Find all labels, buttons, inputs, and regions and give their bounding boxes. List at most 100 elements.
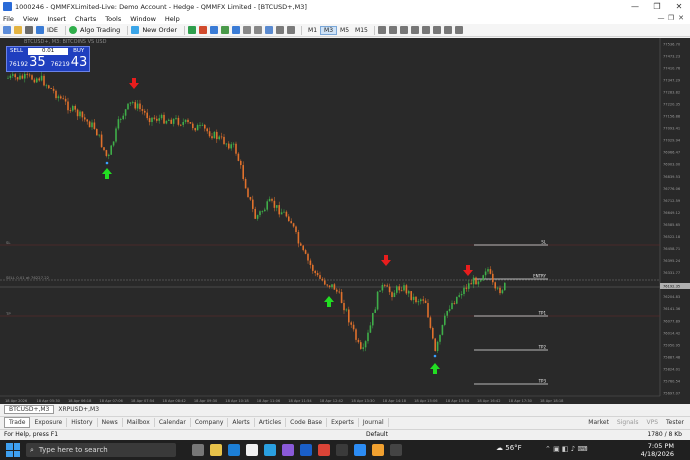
candle-body: [218, 136, 220, 140]
timeframe-m15[interactable]: M15: [352, 27, 371, 34]
volume-input[interactable]: 0.01: [28, 47, 69, 55]
menu-help[interactable]: Help: [165, 15, 180, 23]
candle-body: [422, 299, 424, 301]
close-button[interactable]: ✕: [668, 0, 690, 13]
trendline-icon[interactable]: [410, 26, 419, 34]
price-tick-label: 76331.77: [663, 271, 680, 275]
weather-widget[interactable]: ☁ 56°F: [496, 444, 522, 452]
fibonacci-icon[interactable]: [432, 26, 441, 34]
toolbox-tabs: Trade Exposure History News Mailbox Cale…: [0, 416, 690, 428]
zoom-in-icon[interactable]: [243, 26, 252, 34]
zoom-out-icon[interactable]: [254, 26, 263, 34]
buy-chart-icon[interactable]: [188, 26, 197, 34]
app-icon-12[interactable]: [390, 444, 402, 456]
candle-body: [340, 292, 343, 304]
menu-window[interactable]: Window: [130, 15, 156, 23]
text-tool-icon[interactable]: [443, 26, 452, 34]
timeframe-m1[interactable]: M1: [305, 27, 320, 34]
grid-icon[interactable]: [265, 26, 274, 34]
tab-alerts[interactable]: Alerts: [228, 418, 255, 427]
candle-body: [376, 291, 379, 310]
chart-close-button[interactable]: ✕: [676, 14, 686, 23]
task-view-icon[interactable]: [192, 444, 204, 456]
tab-exposure[interactable]: Exposure: [30, 418, 68, 427]
menu-view[interactable]: View: [23, 15, 38, 23]
menu-charts[interactable]: Charts: [75, 15, 96, 23]
ide-icon[interactable]: [36, 26, 44, 34]
teams-icon[interactable]: [282, 444, 294, 456]
menu-file[interactable]: File: [3, 15, 14, 23]
horizontal-line-icon[interactable]: [399, 26, 408, 34]
mail-icon[interactable]: [264, 444, 276, 456]
timeframe-m3[interactable]: M3: [320, 25, 338, 35]
signals-button[interactable]: Signals: [617, 419, 639, 426]
tester-button[interactable]: Tester: [666, 419, 684, 426]
tab-company[interactable]: Company: [191, 418, 229, 427]
candle-chart-icon[interactable]: [221, 26, 230, 34]
tab-experts[interactable]: Experts: [327, 418, 359, 427]
chart-tab-btcusd[interactable]: BTCUSD+,M3: [4, 404, 55, 414]
channel-icon[interactable]: [421, 26, 430, 34]
tab-trade[interactable]: Trade: [4, 417, 31, 428]
new-order-button[interactable]: New Order: [142, 26, 177, 34]
status-profile[interactable]: Default: [366, 431, 388, 438]
open-folder-icon[interactable]: [14, 26, 22, 34]
line-chart-icon[interactable]: [232, 26, 241, 34]
system-tray-icons[interactable]: ⌃ ▣ ◧ ♪ ⌨: [545, 445, 588, 453]
buy-price-pips[interactable]: 43: [71, 55, 88, 70]
tab-news[interactable]: News: [98, 418, 123, 427]
profiles-icon[interactable]: [25, 26, 33, 34]
taskbar-search-input[interactable]: ⌕ Type here to search: [26, 443, 176, 457]
timeframe-m5[interactable]: M5: [337, 27, 352, 34]
crosshair-icon[interactable]: [377, 26, 386, 34]
status-connection[interactable]: 1780 / 8 Kb: [647, 431, 682, 438]
sell-chart-icon[interactable]: [199, 26, 208, 34]
taskbar-clock[interactable]: 7:05 PM 4/18/2026: [641, 442, 674, 458]
price-chart[interactable]: 77536.70 77473.23 77410.76 77347.29 77283.82…: [0, 38, 690, 404]
tab-journal[interactable]: Journal: [359, 418, 389, 427]
new-chart-icon[interactable]: [3, 26, 11, 34]
chrome-icon[interactable]: [318, 444, 330, 456]
metatrader-icon[interactable]: [300, 444, 312, 456]
candle-body: [112, 141, 115, 146]
edge-browser-icon[interactable]: [228, 444, 240, 456]
sell-price-pips[interactable]: 35: [29, 55, 46, 70]
app-icon-10[interactable]: [354, 444, 366, 456]
autoscroll-icon[interactable]: [276, 26, 285, 34]
market-button[interactable]: Market: [588, 419, 609, 426]
windows-start-icon[interactable]: [6, 443, 20, 457]
ide-button[interactable]: IDE: [47, 26, 58, 34]
store-icon[interactable]: [246, 444, 258, 456]
candle-body: [177, 117, 180, 125]
chart-tab-xrpusd[interactable]: XRPUSD+,M3: [54, 406, 103, 413]
chart-canvas[interactable]: 77536.70 77473.23 77410.76 77347.29 77283.82…: [0, 38, 690, 404]
minimize-button[interactable]: —: [624, 0, 646, 13]
vertical-line-icon[interactable]: [388, 26, 397, 34]
tab-code-base[interactable]: Code Base: [286, 418, 328, 427]
sell-button[interactable]: SELL: [7, 48, 26, 54]
menu-insert[interactable]: Insert: [47, 15, 66, 23]
candle-body: [170, 119, 172, 124]
price-tick-label: 75760.54: [663, 379, 681, 383]
tab-mailbox[interactable]: Mailbox: [123, 418, 155, 427]
candle-body: [429, 317, 432, 328]
app-icon-11[interactable]: [372, 444, 384, 456]
file-explorer-icon[interactable]: [210, 444, 222, 456]
maximize-button[interactable]: ❐: [646, 0, 668, 13]
buy-price-main[interactable]: 76219: [51, 61, 70, 68]
algo-trading-button[interactable]: Algo Trading: [80, 26, 120, 34]
price-tick-label: 76014.42: [663, 331, 680, 335]
tab-history[interactable]: History: [67, 418, 98, 427]
chart-restore-button[interactable]: ❐: [666, 14, 676, 23]
vps-button[interactable]: VPS: [646, 419, 658, 426]
bar-chart-icon[interactable]: [210, 26, 219, 34]
tab-calendar[interactable]: Calendar: [155, 418, 191, 427]
menu-tools[interactable]: Tools: [105, 15, 121, 23]
tab-articles[interactable]: Articles: [255, 418, 287, 427]
buy-button[interactable]: BUY: [70, 48, 87, 54]
chart-shift-icon[interactable]: [287, 26, 296, 34]
chart-minimize-button[interactable]: —: [656, 14, 666, 23]
app-icon-9[interactable]: [336, 444, 348, 456]
sell-price-main[interactable]: 76192: [9, 61, 28, 68]
shapes-icon[interactable]: [454, 26, 463, 34]
